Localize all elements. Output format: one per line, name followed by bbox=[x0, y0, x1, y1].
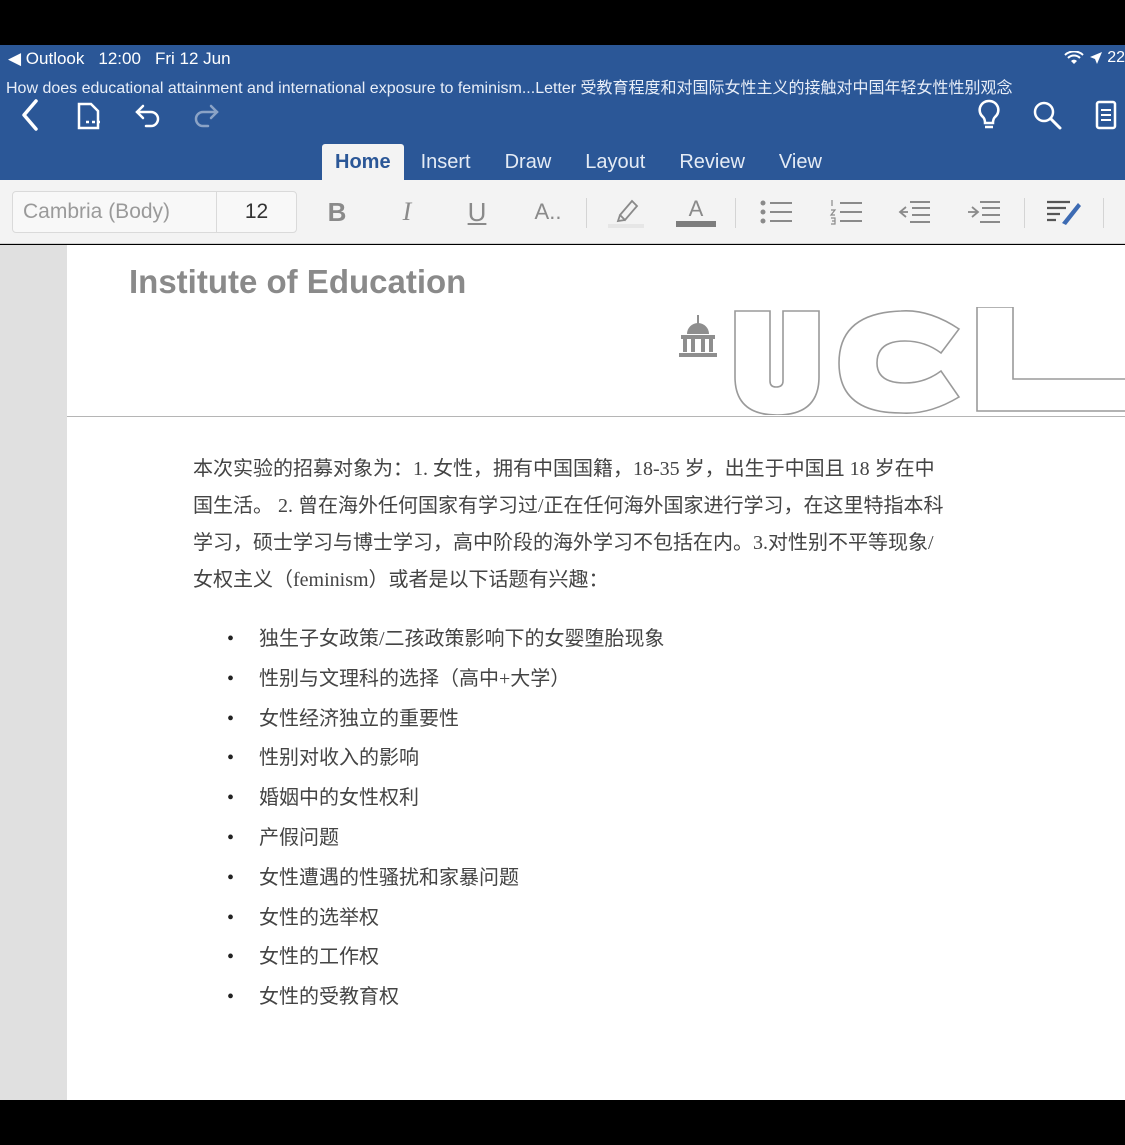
ucl-logo bbox=[679, 306, 1125, 420]
topics-list: 独生子女政策/二孩政策影响下的女婴堕胎现象 性别与文理科的选择（高中+大学） 女… bbox=[227, 620, 665, 1018]
list-item: 独生子女政策/二孩政策影响下的女婴堕胎现象 bbox=[227, 620, 665, 660]
font-size-field[interactable]: 12 bbox=[217, 192, 296, 232]
ribbon-tabs: Home Insert Draw Layout Review View bbox=[322, 144, 839, 180]
tab-review[interactable]: Review bbox=[662, 144, 762, 180]
back-to-app-link[interactable]: ◀ Outlook bbox=[8, 49, 84, 71]
italic-button[interactable]: I bbox=[392, 194, 422, 230]
list-item: 婚姻中的女性权利 bbox=[227, 779, 665, 819]
numbered-list-icon[interactable] bbox=[826, 194, 866, 230]
status-date: Fri 12 Jun bbox=[154, 49, 231, 68]
document-canvas: Institute of Education 本次实验的招募对象为：1. 女性，… bbox=[0, 245, 1125, 1100]
undo-icon[interactable] bbox=[132, 100, 164, 132]
document-page[interactable]: Institute of Education 本次实验的招募对象为：1. 女性，… bbox=[67, 245, 1125, 1100]
list-item: 女性的工作权 bbox=[227, 938, 665, 978]
status-time: 12:00 bbox=[98, 49, 141, 68]
list-item: 女性的受教育权 bbox=[227, 978, 665, 1018]
location-icon bbox=[1089, 51, 1102, 64]
font-picker: Cambria (Body) 12 bbox=[12, 191, 297, 233]
underline-button[interactable]: U bbox=[462, 194, 492, 230]
lightbulb-icon[interactable] bbox=[974, 98, 1004, 132]
font-color-swatch bbox=[676, 221, 716, 227]
reading-view-icon[interactable] bbox=[1092, 98, 1120, 132]
tab-draw[interactable]: Draw bbox=[488, 144, 569, 180]
recruitment-paragraph: 本次实验的招募对象为：1. 女性，拥有中国国籍，18-35 岁，出生于中国且 1… bbox=[193, 451, 1003, 599]
toolbar-divider bbox=[1024, 198, 1025, 228]
toolbar-divider bbox=[586, 198, 587, 228]
wifi-icon bbox=[1064, 50, 1084, 64]
app-header: ◀ Outlook 12:00 Fri 12 Jun 22 How does e… bbox=[0, 45, 1125, 180]
file-icon[interactable] bbox=[74, 100, 104, 132]
institute-heading: Institute of Education bbox=[129, 263, 467, 300]
font-style-button[interactable]: A.. bbox=[528, 194, 568, 230]
font-color-label: A bbox=[688, 196, 704, 221]
font-name-field[interactable]: Cambria (Body) bbox=[13, 192, 217, 232]
paragraph-line: 本次实验的招募对象为：1. 女性，拥有中国国籍，18-35 岁，出生于中国且 1… bbox=[193, 458, 935, 480]
list-item: 女性经济独立的重要性 bbox=[227, 700, 665, 740]
bold-button[interactable]: B bbox=[322, 194, 352, 230]
styles-brush-icon[interactable] bbox=[1042, 194, 1084, 230]
ucl-logo-graphic bbox=[679, 306, 1125, 416]
top-bezel bbox=[0, 0, 1125, 45]
decrease-indent-icon[interactable] bbox=[894, 194, 934, 230]
bullet-list-icon[interactable] bbox=[756, 194, 796, 230]
status-bar: ◀ Outlook 12:00 Fri 12 Jun bbox=[8, 49, 231, 71]
header-rule bbox=[67, 416, 1125, 417]
bottom-bezel bbox=[0, 1100, 1125, 1145]
list-item: 性别与文理科的选择（高中+大学） bbox=[227, 660, 665, 700]
list-item: 女性的选举权 bbox=[227, 899, 665, 939]
redo-icon[interactable] bbox=[190, 100, 222, 132]
paragraph-line: 学习，硕士学习与博士学习，高中阶段的海外学习不包括在内。3.对性别不平等现象/ bbox=[193, 532, 934, 554]
paragraph-line: 女权主义（feminism）或者是以下话题有兴趣： bbox=[193, 569, 609, 591]
tab-layout[interactable]: Layout bbox=[568, 144, 662, 180]
search-icon[interactable] bbox=[1030, 98, 1064, 132]
tab-home[interactable]: Home bbox=[322, 144, 404, 180]
battery-percent: 22 bbox=[1107, 49, 1125, 66]
increase-indent-icon[interactable] bbox=[964, 194, 1004, 230]
list-item: 性别对收入的影响 bbox=[227, 739, 665, 779]
paragraph-line: 国生活。 2. 曾在海外任何国家有学习过/正在任何海外国家进行学习，在这里特指本… bbox=[193, 495, 944, 517]
list-item: 女性遭遇的性骚扰和家暴问题 bbox=[227, 859, 665, 899]
status-right: 22 bbox=[1064, 49, 1125, 67]
formatting-toolbar: Cambria (Body) 12 B I U A.. A bbox=[0, 180, 1125, 244]
tab-insert[interactable]: Insert bbox=[404, 144, 488, 180]
tab-view[interactable]: View bbox=[762, 144, 839, 180]
toolbar-divider bbox=[1103, 198, 1104, 228]
list-item: 产假问题 bbox=[227, 819, 665, 859]
toolbar-divider bbox=[735, 198, 736, 228]
font-color-button[interactable]: A bbox=[674, 194, 718, 230]
highlighter-icon[interactable] bbox=[604, 194, 648, 230]
document-title: How does educational attainment and inte… bbox=[6, 80, 1013, 97]
back-chevron-icon[interactable] bbox=[14, 98, 46, 132]
